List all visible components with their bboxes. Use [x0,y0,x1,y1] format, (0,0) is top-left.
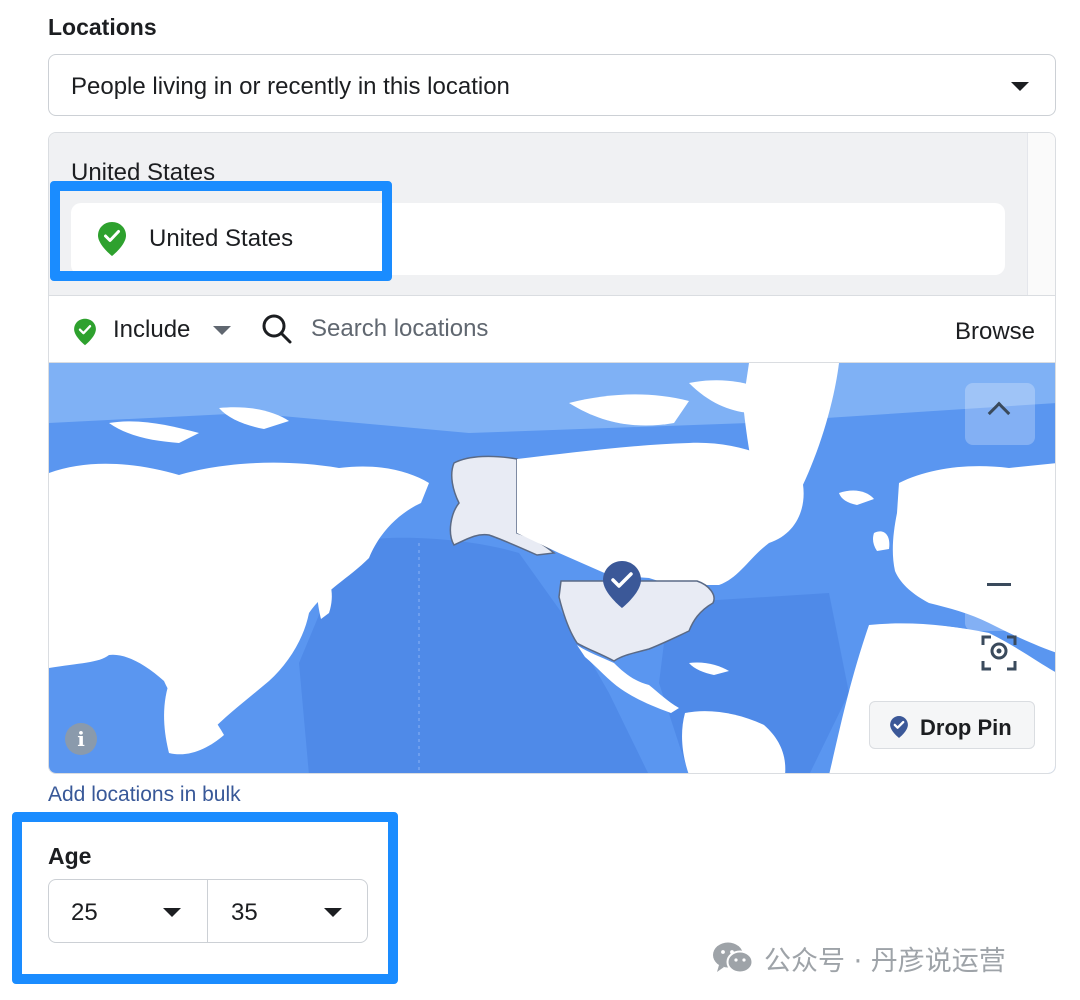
browse-button[interactable]: Browse [955,318,1035,346]
location-panel: United States United States Include Brow… [48,132,1056,774]
chevron-down-icon [163,908,181,917]
zoom-in-button[interactable] [965,383,1035,445]
age-min-dropdown[interactable]: 25 [49,880,208,942]
drop-pin-label: Drop Pin [920,715,1012,740]
selected-location-label: United States [149,225,294,252]
age-min-value: 25 [71,899,98,926]
location-mode-dropdown[interactable]: People living in or recently in this loc… [48,54,1056,116]
age-max-dropdown[interactable]: 35 [209,880,368,942]
selected-locations-area: United States United States [49,133,1027,295]
drop-pin-button[interactable]: Drop Pin [869,701,1035,749]
include-dropdown-label[interactable]: Include [113,316,190,344]
locate-icon[interactable] [979,633,1019,673]
location-mode-value: People living in or recently in this loc… [71,73,510,100]
age-range-selector: 25 35 [48,879,368,943]
include-pin-icon [98,222,126,256]
watermark: 公众号 · 丹彦说运营 [712,936,1006,980]
add-locations-bulk-link[interactable]: Add locations in bulk [48,783,241,807]
age-title: Age [48,843,92,869]
include-pin-icon [74,318,96,346]
selected-location-chip[interactable]: United States [71,203,1005,275]
age-max-value: 35 [231,899,258,926]
locations-title: Locations [48,14,157,40]
chevron-up-icon [987,401,1011,425]
wechat-icon [713,942,754,974]
info-icon[interactable]: i [65,723,97,755]
scrollbar[interactable] [1027,133,1055,295]
search-locations-input[interactable] [311,310,911,348]
chevron-down-icon [1011,82,1029,91]
pin-icon [890,716,908,738]
chevron-down-icon [324,908,342,917]
chevron-down-icon[interactable] [213,326,231,335]
location-toolbar: Include Browse [49,295,1055,363]
search-icon [262,314,292,344]
minus-icon [987,583,1011,586]
location-group-label: United States [71,159,216,186]
watermark-text: 公众号 · 丹彦说运营 [764,945,1006,977]
world-map[interactable]: i Drop Pin [49,363,1055,773]
zoom-out-button[interactable] [965,491,1035,631]
